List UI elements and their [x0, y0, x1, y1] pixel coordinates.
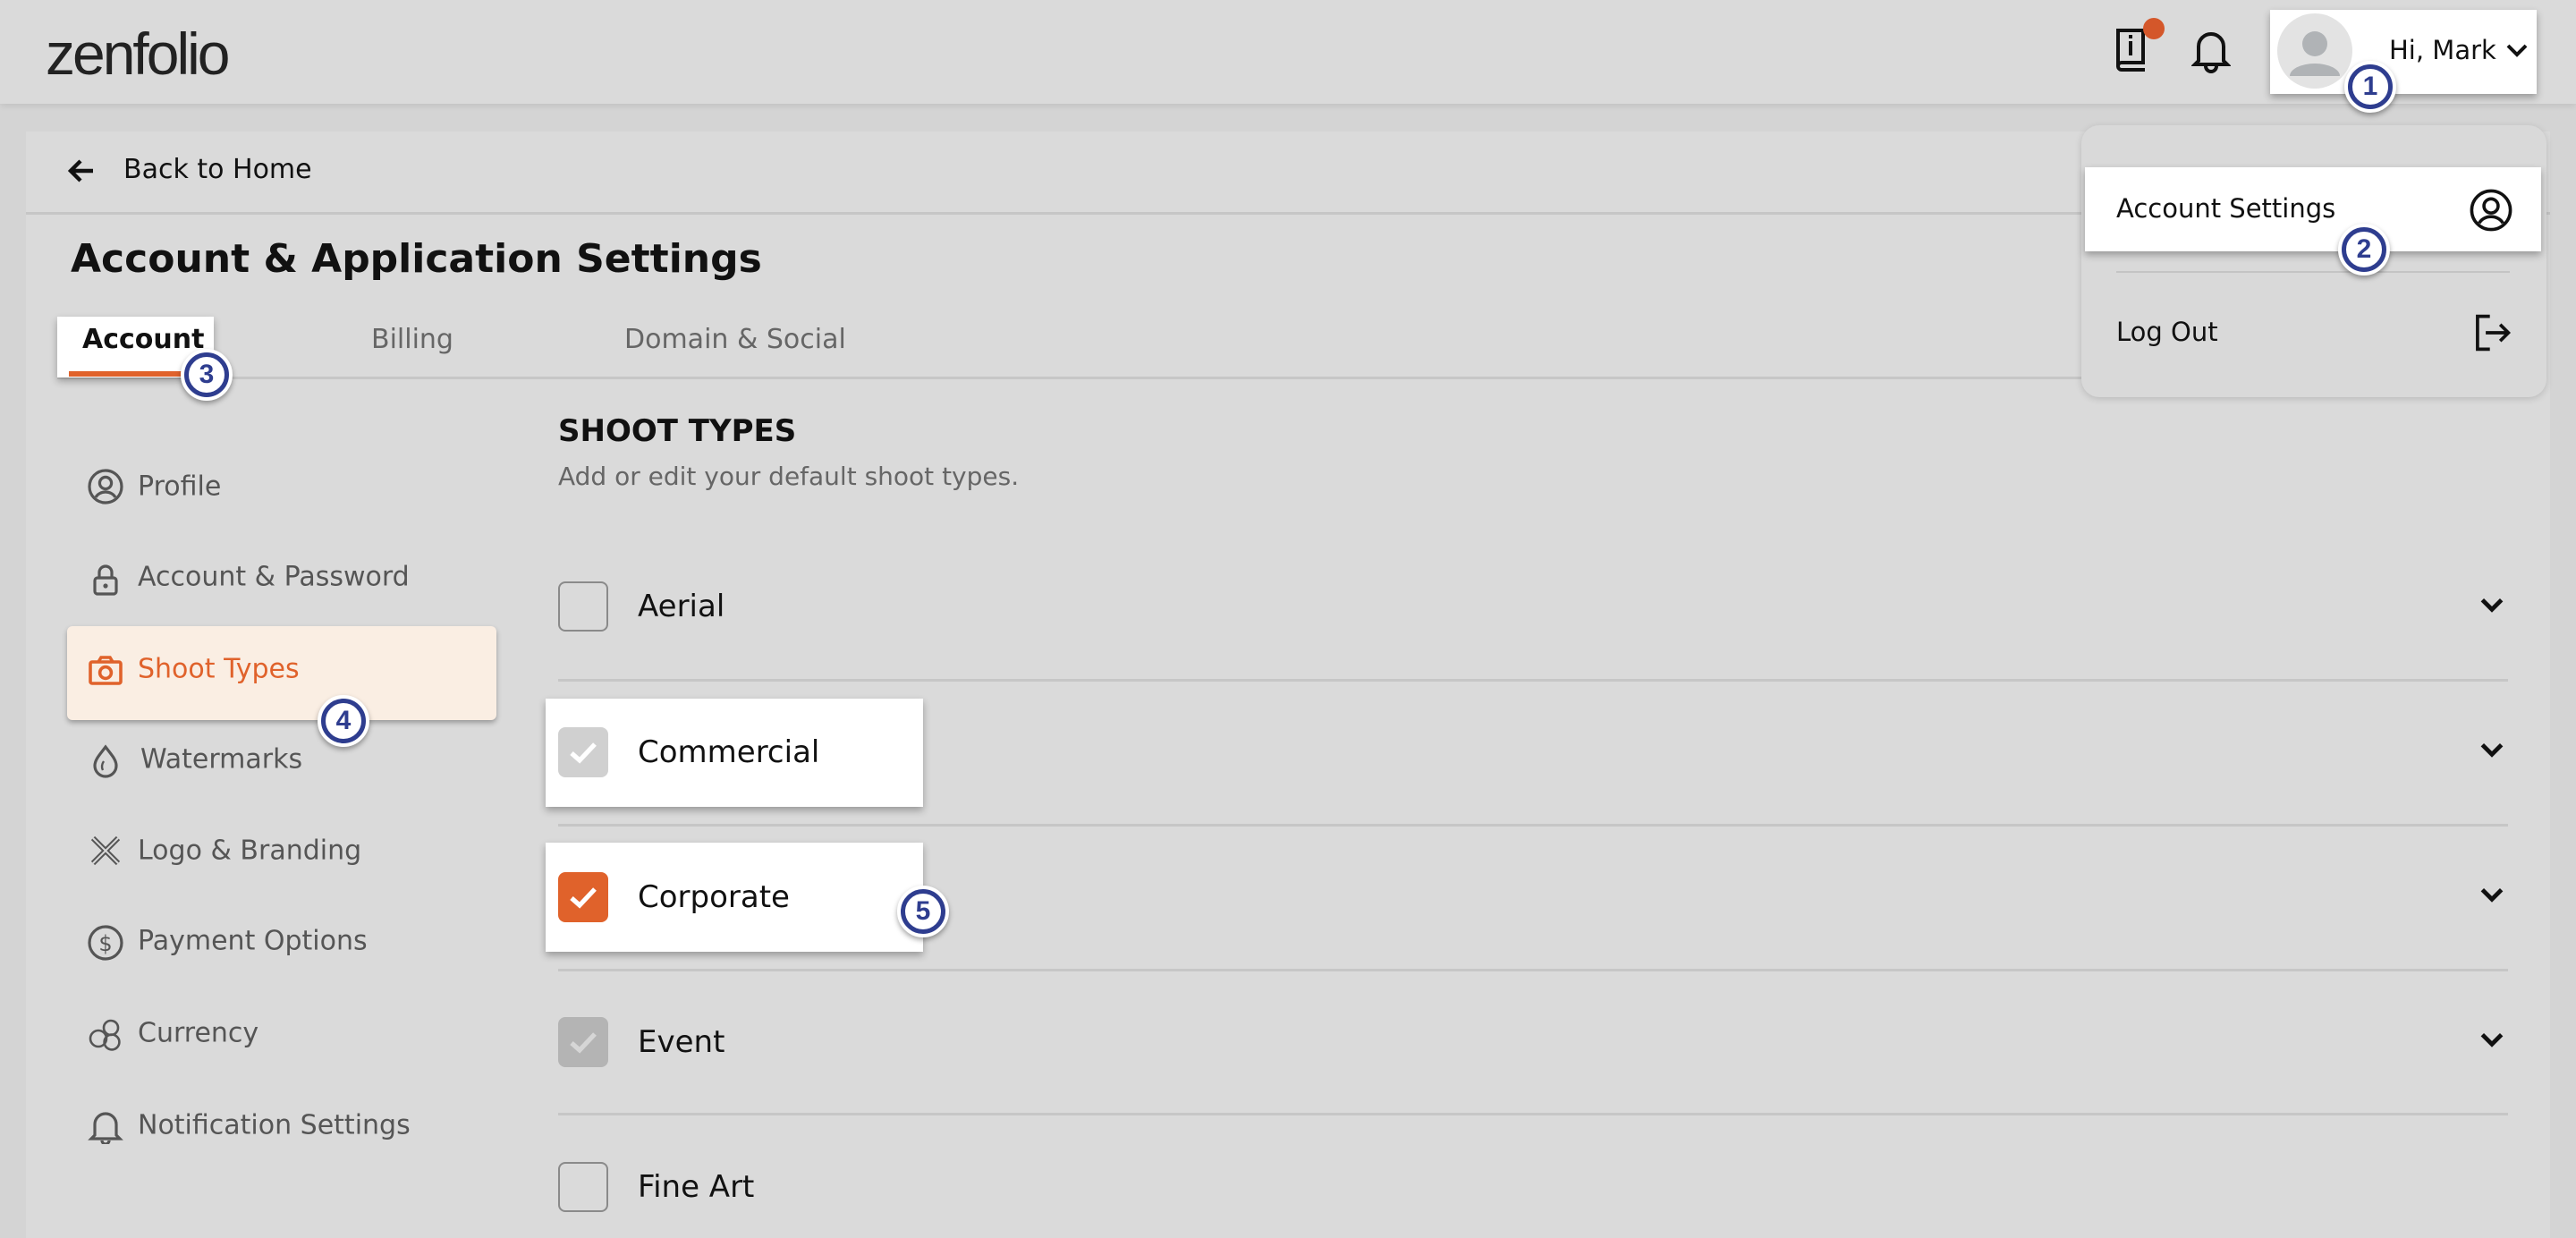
active-tab-underline [69, 371, 184, 377]
bell-icon [88, 1112, 123, 1144]
menu-item-label: Log Out [2116, 317, 2218, 347]
user-circle-icon [88, 469, 123, 505]
chevron-down-icon[interactable] [2478, 880, 2506, 909]
drop-icon [93, 744, 118, 778]
tab-domain-social[interactable]: Domain & Social [624, 324, 846, 355]
check-icon [570, 887, 597, 909]
sidebar-item-logo-branding[interactable]: Logo & Branding [138, 835, 361, 867]
checkbox-corporate[interactable] [558, 872, 608, 922]
check-icon [570, 1032, 597, 1054]
section-subtitle: Add or edit your default shoot types. [558, 462, 1020, 491]
row-divider [558, 824, 2508, 827]
menu-item-log-out[interactable]: Log Out [2085, 291, 2541, 375]
section-title: SHOOT TYPES [558, 413, 797, 449]
sidebar-item-shoot-types[interactable]: Shoot Types [138, 654, 300, 685]
shoot-type-label: Fine Art [638, 1169, 755, 1205]
checkbox-fine-art[interactable] [558, 1162, 608, 1212]
sidebar-item-account-password[interactable]: Account & Password [138, 562, 410, 593]
svg-text:$: $ [98, 931, 112, 956]
sidebar-item-watermarks[interactable]: Watermarks [140, 744, 302, 776]
shoot-type-label: Event [638, 1024, 725, 1060]
menu-divider [2116, 271, 2510, 273]
annotation-badge: 4 [318, 695, 369, 747]
row-divider [558, 679, 2508, 682]
menu-item-account-settings[interactable]: Account Settings [2085, 167, 2541, 251]
checkbox-commercial[interactable] [558, 727, 608, 777]
check-icon [570, 742, 597, 764]
shoot-type-label: Corporate [638, 879, 790, 915]
tab-account[interactable]: Account [82, 324, 204, 355]
back-to-home-link[interactable]: Back to Home [123, 154, 312, 185]
shoot-type-label: Aerial [638, 589, 725, 624]
shoot-type-label: Commercial [638, 734, 820, 770]
annotation-badge: 1 [2344, 61, 2396, 113]
zenfolio-logo[interactable]: zenfolio [46, 20, 230, 88]
tab-billing[interactable]: Billing [371, 324, 453, 355]
menu-item-label: Account Settings [2116, 193, 2336, 224]
sidebar-item-notification-settings[interactable]: Notification Settings [138, 1110, 411, 1141]
pencil-ruler-icon [90, 835, 121, 866]
checkbox-event[interactable] [558, 1017, 608, 1067]
annotation-badge: 5 [897, 886, 949, 937]
arrow-left-icon[interactable] [68, 159, 95, 182]
chevron-down-icon[interactable] [2478, 590, 2506, 619]
checkbox-aerial[interactable] [558, 581, 608, 632]
sidebar-item-payment-options[interactable]: Payment Options [138, 926, 368, 957]
user-menu-button[interactable]: Hi, Mark [2270, 10, 2537, 94]
chevron-down-icon[interactable] [2478, 735, 2506, 764]
sidebar-item-currency[interactable]: Currency [138, 1018, 258, 1049]
user-greeting: Hi, Mark [2389, 35, 2496, 65]
camera-icon [89, 656, 123, 685]
annotation-badge: 2 [2338, 224, 2390, 276]
row-divider [558, 969, 2508, 971]
logout-icon [2476, 314, 2512, 352]
row-divider [558, 1113, 2508, 1115]
bell-icon[interactable] [2191, 29, 2231, 73]
coins-icon [89, 1019, 121, 1051]
chevron-down-icon[interactable] [2478, 1025, 2506, 1054]
notification-dot [2143, 18, 2165, 39]
sidebar-item-profile[interactable]: Profile [138, 471, 221, 503]
avatar [2277, 13, 2352, 89]
chevron-down-icon [2506, 44, 2528, 57]
annotation-badge: 3 [181, 349, 233, 401]
top-header: zenfolio Hi, Mark [0, 0, 2576, 104]
lock-icon [93, 564, 118, 596]
user-circle-icon [2470, 189, 2512, 232]
page-title: Account & Application Settings [71, 236, 762, 282]
dollar-circle-icon: $ [88, 925, 123, 961]
